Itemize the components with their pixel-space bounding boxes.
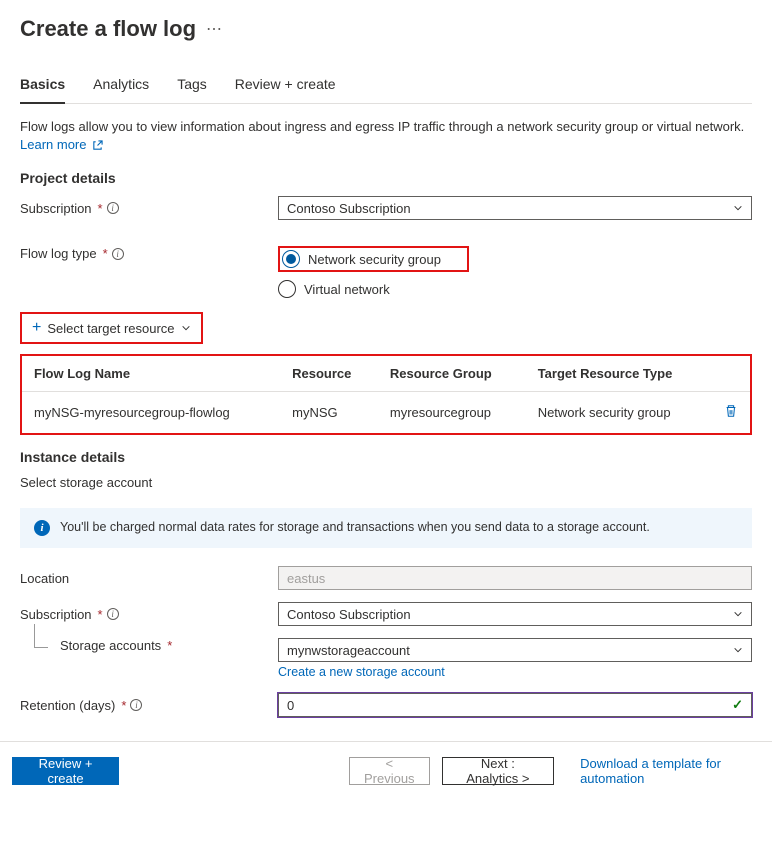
chevron-down-icon <box>733 645 743 655</box>
vnet-radio-label: Virtual network <box>304 282 390 297</box>
check-icon: ✓ <box>732 697 743 713</box>
learn-more-label: Learn more <box>20 137 86 152</box>
select-storage-label: Select storage account <box>20 475 752 490</box>
info-icon[interactable]: i <box>112 248 124 260</box>
cell-resource-group: myresourcegroup <box>378 392 526 434</box>
info-icon[interactable]: i <box>107 608 119 620</box>
instance-subscription-select[interactable]: Contoso Subscription <box>278 602 752 626</box>
plus-icon: + <box>32 320 41 336</box>
subscription-select[interactable]: Contoso Subscription <box>278 196 752 220</box>
description-text: Flow logs allow you to view information … <box>20 118 752 156</box>
retention-input[interactable]: 0 ✓ <box>278 693 752 717</box>
page-title: Create a flow log <box>20 16 196 42</box>
review-create-button[interactable]: Review + create <box>12 757 119 785</box>
select-target-resource-button[interactable]: + Select target resource <box>20 312 203 344</box>
delete-row-button[interactable] <box>724 406 738 421</box>
more-actions-icon[interactable]: ⋯ <box>206 19 223 39</box>
subscription-value: Contoso Subscription <box>287 201 411 216</box>
download-template-link[interactable]: Download a template for automation <box>580 756 752 786</box>
target-resource-table: Flow Log Name Resource Resource Group Ta… <box>20 354 752 435</box>
chevron-down-icon <box>733 203 743 213</box>
nsg-radio-highlight: Network security group <box>278 246 469 272</box>
col-target-type: Target Resource Type <box>526 356 712 392</box>
previous-button: < Previous <box>349 757 430 785</box>
tab-analytics[interactable]: Analytics <box>93 70 149 103</box>
info-icon: i <box>34 520 50 536</box>
instance-subscription-label: Subscription* i <box>20 607 278 622</box>
storage-accounts-label: Storage accounts* <box>20 638 278 653</box>
storage-charge-banner: i You'll be charged normal data rates fo… <box>20 508 752 548</box>
flow-log-type-vnet-radio[interactable]: Virtual network <box>278 280 469 298</box>
col-resource: Resource <box>280 356 378 392</box>
col-flow-log-name: Flow Log Name <box>22 356 280 392</box>
tab-basics[interactable]: Basics <box>20 70 65 104</box>
description-body: Flow logs allow you to view information … <box>20 119 744 134</box>
footer-bar: Review + create < Previous Next : Analyt… <box>0 742 772 800</box>
chevron-down-icon <box>181 323 191 333</box>
cell-target-type: Network security group <box>526 392 712 434</box>
instance-subscription-value: Contoso Subscription <box>287 607 411 622</box>
next-button[interactable]: Next : Analytics > <box>442 757 554 785</box>
location-value: eastus <box>287 571 325 586</box>
storage-account-select[interactable]: mynwstorageaccount <box>278 638 752 662</box>
external-link-icon <box>92 138 103 156</box>
info-icon[interactable]: i <box>130 699 142 711</box>
trash-icon <box>724 404 738 418</box>
select-target-label: Select target resource <box>47 321 174 336</box>
flow-log-type-label: Flow log type* i <box>20 246 278 261</box>
chevron-down-icon <box>733 609 743 619</box>
cell-flow-log-name: myNSG-myresourcegroup-flowlog <box>22 392 280 434</box>
tab-tags[interactable]: Tags <box>177 70 207 103</box>
instance-details-heading: Instance details <box>20 449 752 465</box>
flow-log-type-nsg-radio[interactable]: Network security group <box>282 250 441 268</box>
tab-review[interactable]: Review + create <box>235 70 336 103</box>
retention-label: Retention (days)* i <box>20 698 278 713</box>
location-input: eastus <box>278 566 752 590</box>
project-details-heading: Project details <box>20 170 752 186</box>
location-label: Location <box>20 571 278 586</box>
table-row: myNSG-myresourcegroup-flowlog myNSG myre… <box>22 392 750 434</box>
storage-account-value: mynwstorageaccount <box>287 643 410 658</box>
banner-text: You'll be charged normal data rates for … <box>60 520 650 534</box>
col-resource-group: Resource Group <box>378 356 526 392</box>
learn-more-link[interactable]: Learn more <box>20 137 103 152</box>
nsg-radio-label: Network security group <box>308 252 441 267</box>
retention-value: 0 <box>287 698 294 713</box>
tab-bar: Basics Analytics Tags Review + create <box>20 70 752 104</box>
create-storage-link[interactable]: Create a new storage account <box>278 665 752 679</box>
cell-resource: myNSG <box>280 392 378 434</box>
info-icon[interactable]: i <box>107 202 119 214</box>
subscription-label: Subscription* i <box>20 201 278 216</box>
